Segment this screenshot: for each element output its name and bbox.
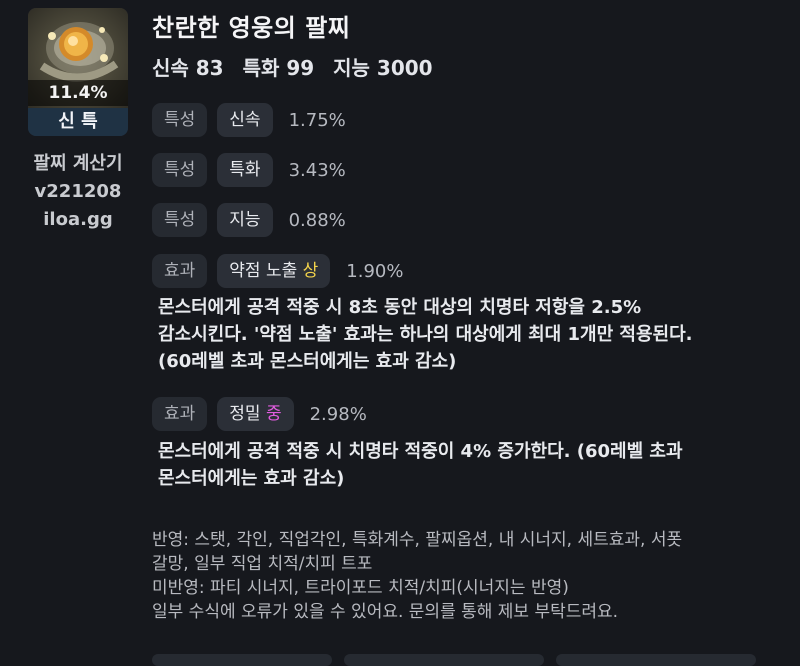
item-card[interactable]: 11.4% 신 특: [28, 8, 128, 136]
item-title: 찬란한 영웅의 팔찌: [152, 14, 351, 42]
bottom-button[interactable]: [556, 654, 756, 666]
effect-name-chip[interactable]: 정밀 중: [217, 397, 294, 431]
note-line: 미반영: 파티 시너지, 트라이포드 치적/치피(시너지는 반영): [152, 578, 569, 598]
effect-description-line: 감소시킨다. '약점 노출' 효과는 하나의 대상에게 최대 1개만 적용된다.: [158, 324, 693, 345]
note-line: 갈망, 일부 직업 치적/치피 트포: [152, 554, 373, 574]
effect-kind-chip: 효과: [152, 254, 208, 288]
calculator-site[interactable]: iloa.gg: [28, 206, 128, 234]
trait-row: 특성 지능 0.88%: [152, 203, 346, 237]
trait-name-chip[interactable]: 특화: [217, 153, 273, 187]
effect-name: 약점 노출: [229, 261, 298, 281]
effect-name-chip[interactable]: 약점 노출 상: [217, 254, 331, 288]
effect-description-line: (60레벨 초과 몬스터에게는 효과 감소): [158, 351, 457, 372]
effect-percent: 2.98%: [309, 403, 367, 425]
note-line: 반영: 스탯, 각인, 직업각인, 특화계수, 팔찌옵션, 내 시너지, 세트효…: [152, 530, 683, 550]
effect-percent: 1.90%: [346, 260, 404, 282]
trait-row: 특성 특화 3.43%: [152, 153, 346, 187]
trait-name-chip[interactable]: 지능: [217, 203, 273, 237]
stat-combo-label: 신 특: [28, 108, 128, 136]
stat-intellect: 지능 3000: [333, 56, 433, 80]
effect-description-line: 몬스터에게 공격 적중 시 치명타 적중이 4% 증가한다. (60레벨 초과: [158, 441, 683, 462]
item-summary-panel: 11.4% 신 특 팔찌 계산기 v221208 iloa.gg: [28, 8, 132, 234]
effect-description-line: 몬스터에게는 효과 감소): [158, 468, 345, 489]
trait-row: 특성 신속 1.75%: [152, 103, 346, 137]
effect-row: 효과 정밀 중 2.98%: [152, 397, 367, 431]
item-detail-panel: 찬란한 영웅의 팔찌 신속 83 특화 99 지능 3000 특성 신속 1.7…: [152, 10, 792, 622]
trait-kind-chip: 특성: [152, 103, 208, 137]
stat-specialty: 특화 99: [242, 56, 315, 80]
note-line: 일부 수식에 오류가 있을 수 있어요. 문의를 통해 제보 부탁드려요.: [152, 602, 619, 622]
trait-kind-chip: 특성: [152, 203, 208, 237]
effect-kind-chip: 효과: [152, 397, 208, 431]
calculator-name: 팔찌 계산기: [33, 153, 123, 174]
effect-name: 정밀: [229, 404, 261, 424]
calculator-notes: 반영: 스탯, 각인, 직업각인, 특화계수, 팔찌옵션, 내 시너지, 세트효…: [152, 528, 772, 624]
calculator-version: v221208: [34, 181, 122, 202]
trait-name-chip[interactable]: 신속: [217, 103, 273, 137]
bottom-button[interactable]: [344, 654, 544, 666]
trait-kind-chip: 특성: [152, 153, 208, 187]
trait-percent: 0.88%: [288, 209, 346, 231]
effect-grade: 상: [302, 261, 319, 281]
effect-row: 효과 약점 노출 상 1.90%: [152, 254, 403, 288]
item-stats: 신속 83 특화 99 지능 3000: [152, 54, 792, 82]
trait-percent: 1.75%: [288, 109, 346, 131]
effect-description-line: 몬스터에게 공격 적중 시 8초 동안 대상의 치명타 저항을 2.5%: [158, 297, 642, 318]
bracelet-image: 11.4%: [28, 8, 128, 108]
trait-percent: 3.43%: [288, 159, 346, 181]
effect-grade: 중: [265, 404, 282, 424]
stat-speed: 신속 83: [152, 56, 224, 80]
bottom-button[interactable]: [152, 654, 332, 666]
effect-description: 몬스터에게 공격 적중 시 8초 동안 대상의 치명타 저항을 2.5% 감소시…: [158, 294, 768, 375]
quality-label: 11.4%: [28, 80, 128, 106]
calculator-info: 팔찌 계산기 v221208 iloa.gg: [28, 150, 128, 234]
effect-description: 몬스터에게 공격 적중 시 치명타 적중이 4% 증가한다. (60레벨 초과 …: [158, 438, 768, 492]
